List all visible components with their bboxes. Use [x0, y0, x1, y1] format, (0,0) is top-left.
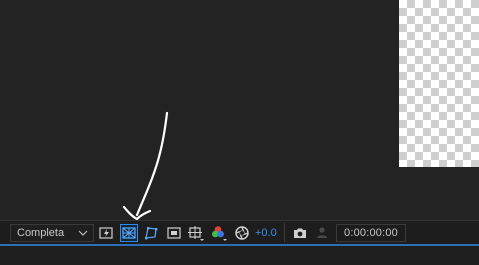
snapshot-person-icon	[317, 227, 327, 238]
take-snapshot-button[interactable]	[291, 224, 309, 242]
resolution-value: Completa	[17, 227, 65, 239]
toolbar-divider	[284, 223, 285, 242]
fast-previews-icon	[99, 227, 113, 239]
timecode-display[interactable]: 0:00:00:00	[336, 224, 406, 242]
region-of-interest-icon	[167, 227, 181, 239]
show-channel-button[interactable]	[210, 224, 228, 242]
timeline-panel-edge	[0, 246, 479, 265]
show-snapshot-button[interactable]	[313, 224, 331, 242]
camera-icon	[294, 228, 306, 238]
transparency-grid-icon	[122, 227, 136, 239]
rgb-channel-icon	[212, 226, 227, 241]
mask-path-icon	[145, 227, 158, 240]
grid-guides-options-button[interactable]	[187, 224, 205, 242]
shutter-icon	[235, 226, 249, 240]
fast-previews-button[interactable]	[97, 224, 115, 242]
resolution-dropdown[interactable]: Completa	[10, 224, 94, 242]
exposure-value[interactable]: +0.0	[255, 227, 277, 239]
composition-panel: Completa +0.0 0:00:00:00	[0, 0, 479, 265]
chevron-down-icon	[78, 230, 88, 236]
region-of-interest-button[interactable]	[165, 224, 183, 242]
transparency-grid	[399, 0, 479, 167]
mask-path-visibility-button[interactable]	[142, 224, 160, 242]
reset-exposure-button[interactable]	[233, 224, 251, 242]
toggle-transparency-grid-button[interactable]	[120, 224, 138, 242]
grid-guides-icon	[188, 226, 204, 241]
